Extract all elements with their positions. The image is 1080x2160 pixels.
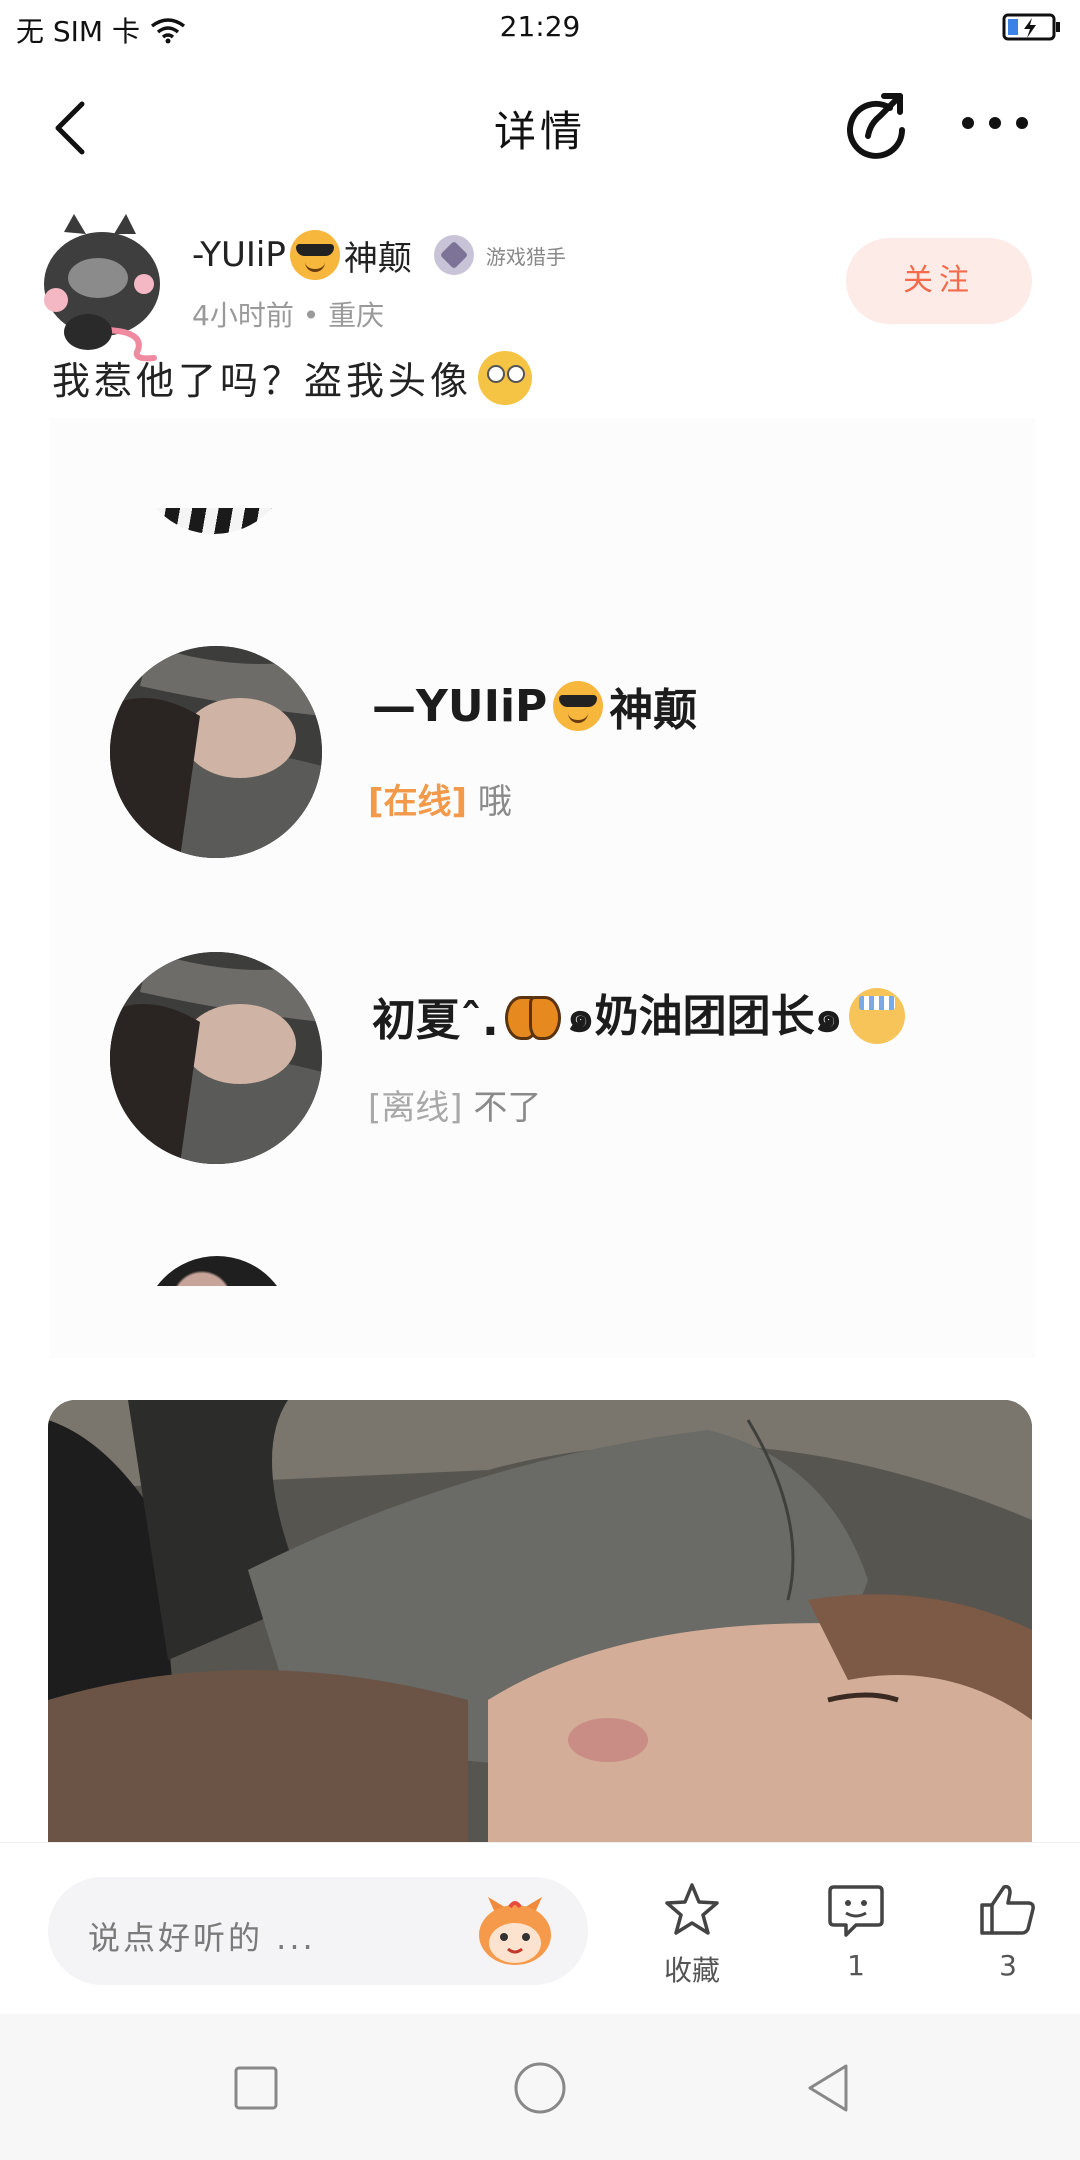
cake-emoji-icon [848, 987, 905, 1044]
chat-name-suffix: ๑奶油团团长๑ [566, 991, 843, 1042]
author-name[interactable]: -YUIiP 神颠 游戏猎手 [192, 230, 566, 280]
chat-name: —YUIiP 神颠 [372, 674, 697, 738]
chat-message-text: 不了 [473, 1088, 542, 1128]
chat-message: [在线] 哦 [368, 774, 512, 823]
status-bar: 无 SIM 卡 21:29 [0, 0, 1080, 56]
thumbs-up-icon [980, 1884, 1035, 1935]
chat-name-text: —YUIiP [372, 680, 548, 732]
post-screenshot-image[interactable]: —YUIiP 神颠 [在线] 哦 初夏ˆ. ๑奶油团团长๑ [离线] 不了 [50, 418, 1035, 1358]
status-time: 21:29 [499, 10, 581, 43]
comment-icon [828, 1885, 884, 1937]
post-meta: 4小时前 • 重庆 [192, 299, 385, 332]
share-icon[interactable] [840, 90, 912, 162]
chat-name-text: 初夏ˆ. [372, 994, 499, 1046]
favorite-button[interactable]: 收藏 [632, 1881, 752, 1989]
page-title: 详情 [493, 107, 586, 156]
post-text: 我惹他了吗？盗我头像 [52, 350, 533, 405]
author-name-text: -YUIiP [192, 235, 286, 275]
chat-name-suffix: 神颠 [609, 685, 698, 736]
more-icon[interactable] [958, 108, 1032, 138]
eye-roll-emoji-icon [478, 350, 533, 405]
home-icon[interactable] [510, 2058, 570, 2118]
offline-status: [离线] [368, 1088, 463, 1128]
author-name-suffix: 神颠 [343, 238, 412, 279]
sunglasses-emoji-icon [553, 681, 604, 731]
screen: 无 SIM 卡 21:29 详情 -YUIiP 神颠 游戏猎手 4小时前 • 重… [0, 0, 1080, 2160]
chat-message-text: 哦 [477, 782, 512, 822]
mascot-emoji-icon[interactable] [474, 1893, 556, 1969]
post-text-content: 我惹他了吗？盗我头像 [52, 359, 473, 403]
comment-placeholder: 说点好听的 ... [88, 1919, 316, 1957]
author-avatar[interactable] [34, 212, 166, 362]
like-button[interactable]: 3 [948, 1881, 1068, 1982]
online-status: [在线] [368, 782, 468, 822]
star-icon [665, 1883, 719, 1935]
post-photo[interactable] [48, 1400, 1032, 1860]
sunglasses-emoji-icon [289, 230, 340, 280]
chat-name: 初夏ˆ. ๑奶油团团长๑ [372, 980, 905, 1051]
favorite-label: 收藏 [663, 1954, 720, 1987]
chat-avatar [110, 646, 322, 858]
author-row: -YUIiP 神颠 游戏猎手 4小时前 • 重庆 关注 [0, 200, 1080, 362]
game-hunter-badge-icon [433, 235, 474, 275]
partial-avatar-bottom [142, 1256, 292, 1286]
chat-avatar [110, 952, 322, 1164]
bottom-action-bar: 说点好听的 ... 收藏 1 3 [0, 1842, 1080, 2014]
battery-icon [1002, 12, 1062, 46]
system-nav-bar [0, 2014, 1080, 2160]
partial-avatar-top [136, 508, 292, 538]
butterfly-emoji-icon [504, 992, 561, 1040]
recent-apps-icon[interactable] [226, 2058, 286, 2118]
comment-count: 1 [847, 1949, 865, 1982]
top-nav: 详情 [0, 70, 1080, 180]
follow-button[interactable]: 关注 [846, 238, 1032, 324]
chat-item: 初夏ˆ. ๑奶油团团长๑ [离线] 不了 [50, 952, 1035, 1172]
system-back-icon[interactable] [798, 2058, 858, 2118]
comment-input[interactable]: 说点好听的 ... [48, 1877, 588, 1985]
comment-button[interactable]: 1 [796, 1881, 916, 1982]
badge-label: 游戏猎手 [485, 244, 566, 269]
like-count: 3 [999, 1949, 1017, 1982]
chat-item: —YUIiP 神颠 [在线] 哦 [50, 646, 1035, 866]
chat-message: [离线] 不了 [368, 1080, 541, 1129]
